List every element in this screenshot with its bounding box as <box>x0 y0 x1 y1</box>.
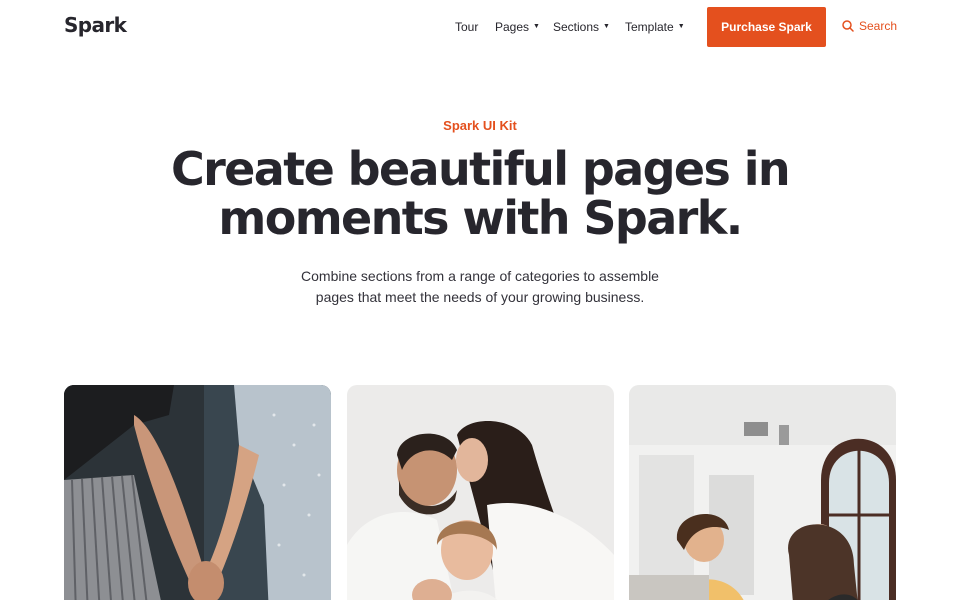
caret-down-icon: ▼ <box>533 22 540 30</box>
nav-item-tour[interactable]: Tour <box>455 20 478 34</box>
caret-down-icon: ▼ <box>603 22 610 30</box>
nav-item-label: Sections <box>553 20 600 34</box>
caret-down-icon: ▼ <box>677 22 685 30</box>
search-link[interactable]: Search <box>842 19 897 33</box>
search-icon <box>842 20 854 32</box>
subtitle-line: pages that meet the needs of your growin… <box>315 289 645 305</box>
search-label: Search <box>859 19 898 33</box>
nav-item-label: Tour <box>455 20 479 34</box>
nav-item-template[interactable]: Template ▼ <box>625 20 685 34</box>
gallery-image-family <box>347 385 614 600</box>
headline-line: Create beautiful pages in <box>170 142 791 196</box>
eyebrow-label: Spark UI Kit <box>443 118 517 133</box>
page-title: Create beautiful pages in moments with S… <box>130 145 830 243</box>
purchase-button[interactable]: Purchase Spark <box>707 7 826 47</box>
subtitle-line: Combine sections from a range of categor… <box>301 268 659 284</box>
site-header: Spark Tour Pages ▼ Sections ▼ Template ▼… <box>0 0 960 54</box>
nav-item-pages[interactable]: Pages ▼ <box>495 20 540 34</box>
hero-subtitle: Combine sections from a range of categor… <box>260 266 700 308</box>
gallery-image-office <box>629 385 896 600</box>
headline-line: moments with Spark. <box>218 191 743 245</box>
nav-item-label: Pages <box>495 20 530 34</box>
gallery-image-holding-hands <box>64 385 331 600</box>
nav-item-label: Template <box>625 20 674 34</box>
logo[interactable]: Spark <box>64 13 127 37</box>
nav-item-sections[interactable]: Sections ▼ <box>553 20 610 34</box>
